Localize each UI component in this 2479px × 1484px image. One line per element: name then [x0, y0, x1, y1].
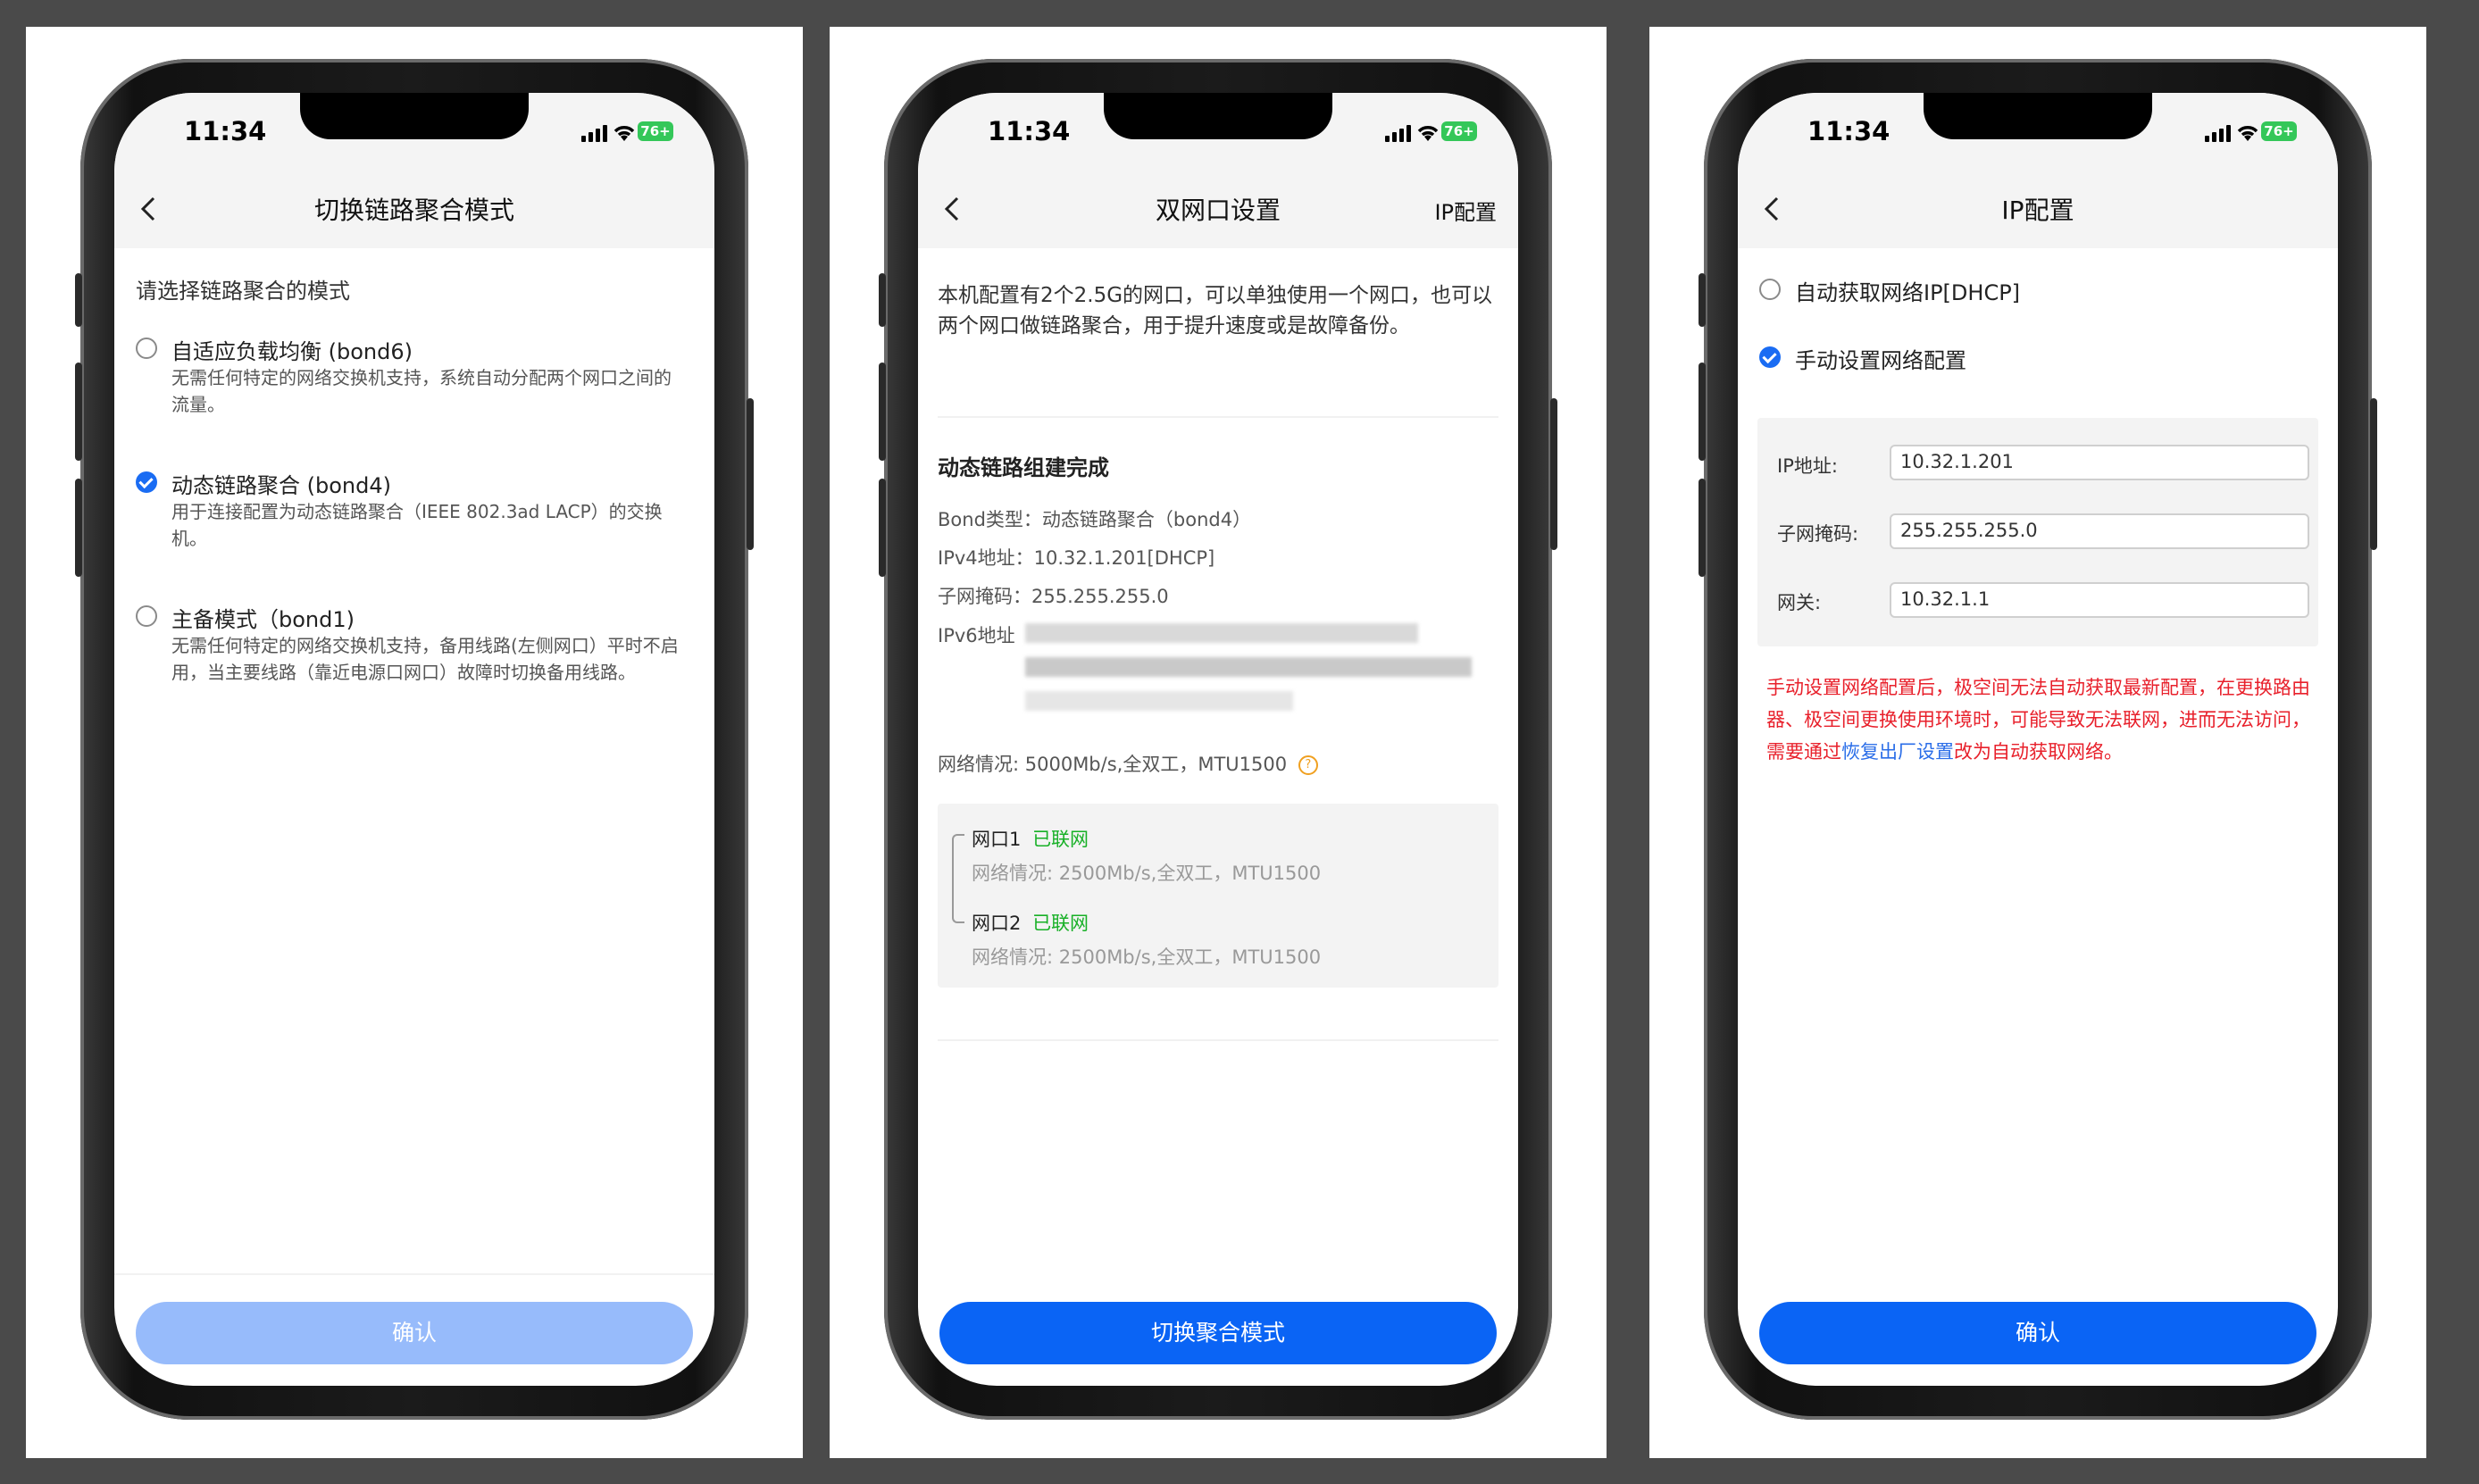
option-bond4[interactable]: 动态链路聚合 (bond4) 用于连接配置为动态链路聚合（IEEE 802.3a…: [136, 468, 689, 566]
subnet-mask-input[interactable]: 255.255.255.0: [1890, 513, 2309, 549]
screen: 11:34 76+ 切换链路聚合模式 请选择链路聚合的模式 自适应负载均衡 (b…: [114, 93, 714, 1386]
wifi-icon: [1417, 126, 1439, 141]
wifi-icon: [2237, 126, 2258, 141]
nav-bar: 双网口设置 IP配置: [918, 170, 1518, 248]
manual-config-form: IP地址: 10.32.1.201 子网掩码: 255.255.255.0 网关…: [1757, 418, 2318, 646]
notch: [1924, 93, 2152, 139]
page-title: 切换链路聚合模式: [313, 196, 514, 225]
port-detail: 网络情况: 2500Mb/s,全双工，MTU1500: [972, 946, 1322, 968]
option-title: 主备模式（bond1): [171, 607, 355, 632]
signal-icon: [581, 125, 607, 142]
port-list: 网口1 已联网 网络情况: 2500Mb/s,全双工，MTU1500 网口2 已…: [938, 804, 1498, 988]
nav-bar: 切换链路聚合模式: [114, 170, 714, 248]
radio-checked-icon[interactable]: [1759, 346, 1781, 368]
ipv4-address: IPv4地址：10.32.1.201[DHCP]: [938, 547, 1215, 569]
gateway-input[interactable]: 10.32.1.1: [1890, 582, 2309, 618]
mask-label: 子网掩码:: [1777, 523, 1859, 545]
net-status: 网络情况: 5000Mb/s,全双工，MTU1500 ?: [938, 750, 1318, 777]
panel-ip-config: 11:34 76+ IP配置 自动获取网络IP[DHCP] 手动设置网络配置 I…: [1649, 27, 2426, 1458]
ipv6-label: IPv6地址: [938, 625, 1015, 646]
help-icon[interactable]: ?: [1298, 755, 1318, 775]
switch-mode-button[interactable]: 切换聚合模式: [939, 1302, 1497, 1364]
port-2: 网口2 已联网: [972, 909, 1089, 936]
confirm-button[interactable]: 确认: [1759, 1302, 2316, 1364]
page-title: 双网口设置: [1155, 196, 1281, 225]
confirm-button-disabled[interactable]: 确认: [136, 1302, 693, 1364]
ip-address-input[interactable]: 10.32.1.201: [1890, 445, 2309, 480]
net-status-text: 网络情况: 5000Mb/s,全双工，MTU1500: [938, 754, 1288, 775]
panel-dual-port: 11:34 76+ 双网口设置 IP配置 本机配置有2个2.5G的网口，可以单独…: [830, 27, 1607, 1458]
option-description: 无需任何特定的网络交换机支持，备用线路(左侧网口）平时不启用，当主要线路（靠近电…: [171, 635, 679, 683]
panel-bond-mode: 11:34 76+ 切换链路聚合模式 请选择链路聚合的模式 自适应负载均衡 (b…: [26, 27, 803, 1458]
battery-icon: 76+: [1441, 121, 1477, 141]
phone-frame: 11:34 76+ IP配置 自动获取网络IP[DHCP] 手动设置网络配置 I…: [1699, 59, 2377, 1420]
page-title: IP配置: [2001, 196, 2074, 225]
gateway-label: 网关:: [1777, 592, 1822, 613]
option-description: 用于连接配置为动态链路聚合（IEEE 802.3ad LACP）的交换机。: [171, 501, 663, 549]
phone-frame: 11:34 76+ 双网口设置 IP配置 本机配置有2个2.5G的网口，可以单独…: [879, 59, 1557, 1420]
notch: [300, 93, 529, 139]
option-title: 自适应负载均衡 (bond6): [171, 339, 413, 364]
status-time: 11:34: [184, 116, 267, 146]
port-state: 已联网: [1032, 913, 1089, 934]
port-1: 网口1 已联网: [972, 825, 1089, 852]
radio-unchecked-icon[interactable]: [1759, 279, 1781, 300]
option-title: 动态链路聚合 (bond4): [171, 473, 391, 498]
warning-text: 手动设置网络配置后，极空间无法自动获取最新配置，在更换路由器、极空间更换使用环境…: [1766, 671, 2311, 768]
subnet-mask: 子网掩码：255.255.255.0: [938, 586, 1169, 607]
bond-type: Bond类型：动态链路聚合（bond4）: [938, 509, 1252, 530]
screen: 11:34 76+ 双网口设置 IP配置 本机配置有2个2.5G的网口，可以单独…: [918, 93, 1518, 1386]
option-description: 无需任何特定的网络交换机支持，系统自动分配两个网口之间的流量。: [171, 367, 672, 415]
warning-tail: 改为自动获取网络。: [1954, 741, 2123, 763]
signal-icon: [2205, 125, 2231, 142]
option-manual[interactable]: 手动设置网络配置: [1759, 343, 2313, 379]
bond-bracket: [952, 834, 964, 923]
option-bond1[interactable]: 主备模式（bond1) 无需任何特定的网络交换机支持，备用线路(左侧网口）平时不…: [136, 602, 689, 727]
divider: [938, 416, 1498, 418]
status-time: 11:34: [988, 116, 1071, 146]
port-name: 网口1: [972, 829, 1022, 850]
radio-unchecked-icon[interactable]: [136, 605, 157, 627]
radio-checked-icon[interactable]: [136, 471, 157, 493]
option-bond6[interactable]: 自适应负载均衡 (bond6) 无需任何特定的网络交换机支持，系统自动分配两个网…: [136, 334, 689, 432]
restore-factory-link[interactable]: 恢复出厂设置: [1841, 741, 1954, 763]
status-time: 11:34: [1807, 116, 1891, 146]
signal-icon: [1385, 125, 1411, 142]
battery-icon: 76+: [2261, 121, 2297, 141]
divider: [938, 1039, 1498, 1041]
wifi-icon: [613, 126, 635, 141]
section-prompt: 请选择链路聚合的模式: [136, 279, 350, 304]
nav-bar: IP配置: [1738, 170, 2338, 248]
option-label: 自动获取网络IP[DHCP]: [1795, 280, 2021, 305]
radio-unchecked-icon[interactable]: [136, 338, 157, 359]
ip-config-link[interactable]: IP配置: [1434, 195, 1497, 226]
option-label: 手动设置网络配置: [1795, 348, 1966, 373]
port-name: 网口2: [972, 913, 1022, 934]
notch: [1104, 93, 1332, 139]
port-detail: 网络情况: 2500Mb/s,全双工，MTU1500: [972, 863, 1322, 884]
ip-label: IP地址:: [1777, 455, 1838, 477]
port-state: 已联网: [1032, 829, 1089, 850]
battery-icon: 76+: [638, 121, 673, 141]
screen: 11:34 76+ IP配置 自动获取网络IP[DHCP] 手动设置网络配置 I…: [1738, 93, 2338, 1386]
option-dhcp[interactable]: 自动获取网络IP[DHCP]: [1759, 275, 2313, 311]
phone-frame: 11:34 76+ 切换链路聚合模式 请选择链路聚合的模式 自适应负载均衡 (b…: [75, 59, 754, 1420]
section-title: 动态链路组建完成: [938, 455, 1109, 480]
intro-text: 本机配置有2个2.5G的网口，可以单独使用一个网口，也可以两个网口做链路聚合，用…: [938, 284, 1493, 338]
divider: [114, 1273, 714, 1275]
